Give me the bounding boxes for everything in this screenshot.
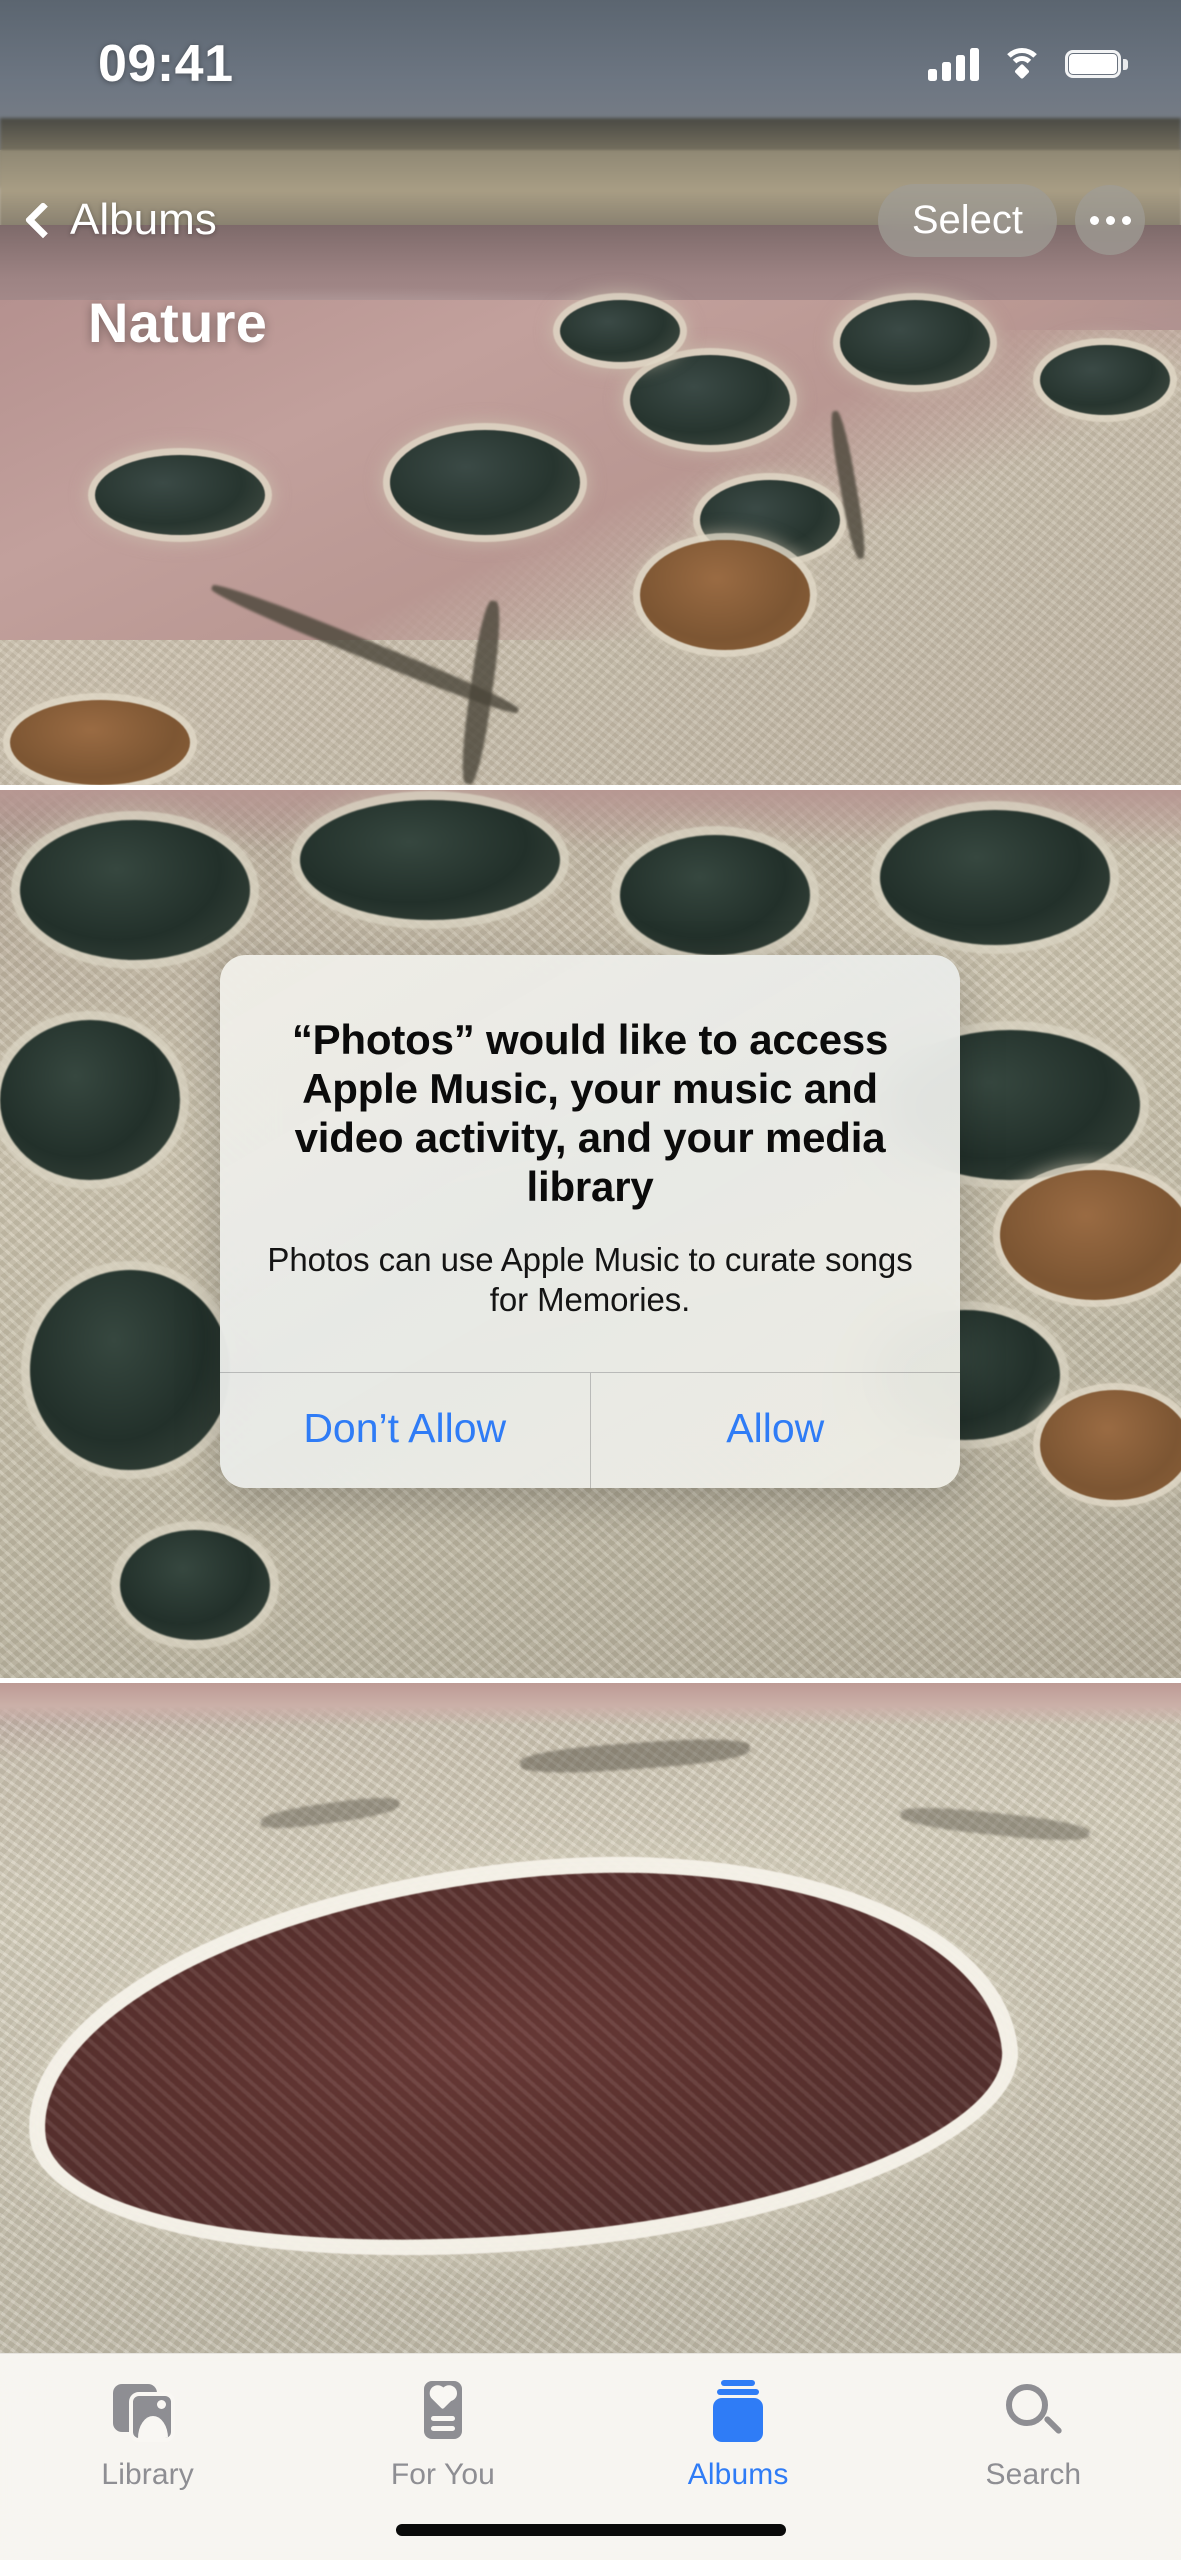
photo-image	[0, 0, 1181, 785]
library-icon	[112, 2376, 183, 2446]
allow-button[interactable]: Allow	[591, 1373, 961, 1488]
tab-label: Search	[985, 2458, 1082, 2491]
permission-alert-dialog: “Photos” would like to access Apple Musi…	[220, 955, 960, 1488]
tab-for-you[interactable]: For You	[295, 2376, 590, 2492]
albums-icon	[703, 2376, 773, 2446]
album-title: Nature	[88, 291, 268, 354]
back-to-albums-button[interactable]: Albums	[22, 195, 217, 245]
dont-allow-button[interactable]: Don’t Allow	[220, 1373, 591, 1488]
alert-actions: Don’t Allow Allow	[220, 1372, 960, 1488]
photo-tile[interactable]	[0, 0, 1181, 785]
alert-message: Photos can use Apple Music to curate son…	[267, 1240, 913, 1318]
home-indicator[interactable]	[395, 2524, 786, 2536]
tab-library[interactable]: Library	[0, 2376, 295, 2492]
more-options-button[interactable]	[1075, 185, 1145, 255]
chevron-left-icon	[24, 201, 62, 239]
select-button[interactable]: Select	[877, 183, 1057, 257]
alert-content: “Photos” would like to access Apple Musi…	[220, 955, 960, 1372]
for-you-icon	[408, 2376, 478, 2446]
tab-albums[interactable]: Albums	[591, 2376, 886, 2492]
tab-label: For You	[390, 2458, 495, 2491]
tab-label: Albums	[687, 2458, 789, 2491]
alert-title: “Photos” would like to access Apple Musi…	[291, 1016, 889, 1211]
search-icon	[998, 2376, 1068, 2446]
tab-label: Library	[101, 2458, 194, 2491]
photo-tile[interactable]	[0, 1683, 1181, 2353]
back-button-label: Albums	[70, 195, 217, 244]
photo-image	[0, 1683, 1181, 2353]
iphone-screen: 09:41 Albums Select Nature “Photos” woul…	[0, 0, 1181, 2560]
navigation-bar: Albums Select	[0, 175, 1181, 265]
tab-search[interactable]: Search	[886, 2376, 1181, 2492]
